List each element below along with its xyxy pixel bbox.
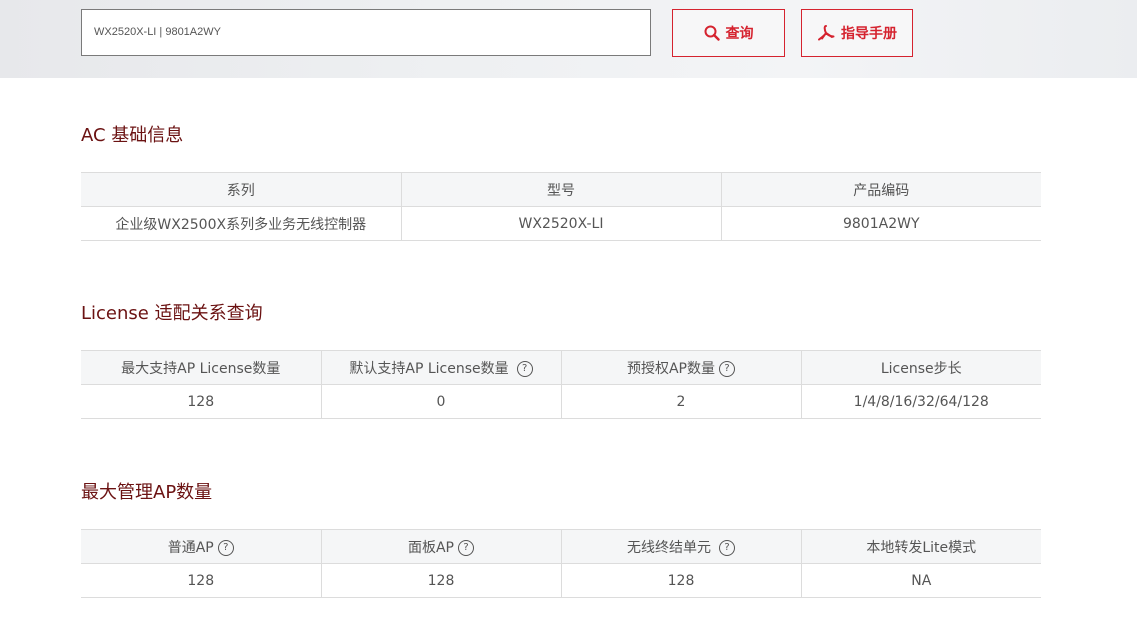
table-row: 128 0 2 1/4/8/16/32/64/128 [81,384,1041,419]
column-header: 最大支持AP License数量 [81,350,322,385]
table-cell: 128 [561,563,802,598]
search-icon [704,25,720,41]
search-input[interactable]: WX2520X-LI | 9801A2WY [81,9,651,56]
pdf-icon [818,25,835,41]
column-header: 面板AP? [321,529,562,564]
help-icon[interactable]: ? [719,539,735,556]
help-icon[interactable]: ? [719,360,736,377]
table-cell: 9801A2WY [721,206,1041,241]
help-icon[interactable]: ? [516,360,533,377]
table-cell: WX2520X-LI [401,206,722,241]
license-table: 最大支持AP License数量 默认支持AP License数量? 预授权AP… [81,350,1041,419]
column-header-label: 无线终结单元 [627,539,711,556]
help-icon[interactable]: ? [458,539,475,556]
table-cell: 1/4/8/16/32/64/128 [801,384,1041,419]
column-header: 无线终结单元? [561,529,802,564]
table-row: 企业级WX2500X系列多业务无线控制器 WX2520X-LI 9801A2WY [81,206,1041,241]
table-header-row: 普通AP? 面板AP? 无线终结单元? 本地转发Lite模式 [81,529,1041,564]
table-header-row: 最大支持AP License数量 默认支持AP License数量? 预授权AP… [81,350,1041,385]
table-cell: 128 [81,384,322,419]
license-title: License 适配关系查询 [81,303,263,324]
query-button-label: 查询 [725,26,754,42]
column-header-label: 预授权AP数量 [626,360,716,377]
guide-button-label: 指导手册 [841,26,897,42]
table-row: 128 128 128 NA [81,563,1041,598]
column-header: License步长 [801,350,1041,385]
ac-info-title: AC 基础信息 [81,125,184,146]
query-button[interactable]: 查询 [672,9,785,57]
table-cell: 2 [561,384,802,419]
column-header: 默认支持AP License数量? [321,350,562,385]
table-header-row: 系列 型号 产品编码 [81,172,1041,207]
help-icon[interactable]: ? [217,539,234,556]
column-header: 产品编码 [721,172,1041,207]
max-ap-table: 普通AP? 面板AP? 无线终结单元? 本地转发Lite模式 128 128 1… [81,529,1041,598]
column-header-label: 普通AP [167,539,214,556]
ac-info-table: 系列 型号 产品编码 企业级WX2500X系列多业务无线控制器 WX2520X-… [81,172,1041,241]
column-header: 本地转发Lite模式 [801,529,1041,564]
column-header: 型号 [401,172,722,207]
table-cell: 0 [321,384,562,419]
column-header-label: 面板AP [407,539,455,556]
column-header-label: 默认支持AP License数量 [349,360,509,377]
column-header: 普通AP? [81,529,322,564]
table-cell: NA [801,563,1041,598]
column-header: 预授权AP数量? [561,350,802,385]
guide-manual-button[interactable]: 指导手册 [801,9,913,57]
table-cell: 企业级WX2500X系列多业务无线控制器 [81,206,402,241]
column-header: 系列 [81,172,402,207]
max-ap-title: 最大管理AP数量 [81,482,213,503]
table-cell: 128 [321,563,562,598]
table-cell: 128 [81,563,322,598]
